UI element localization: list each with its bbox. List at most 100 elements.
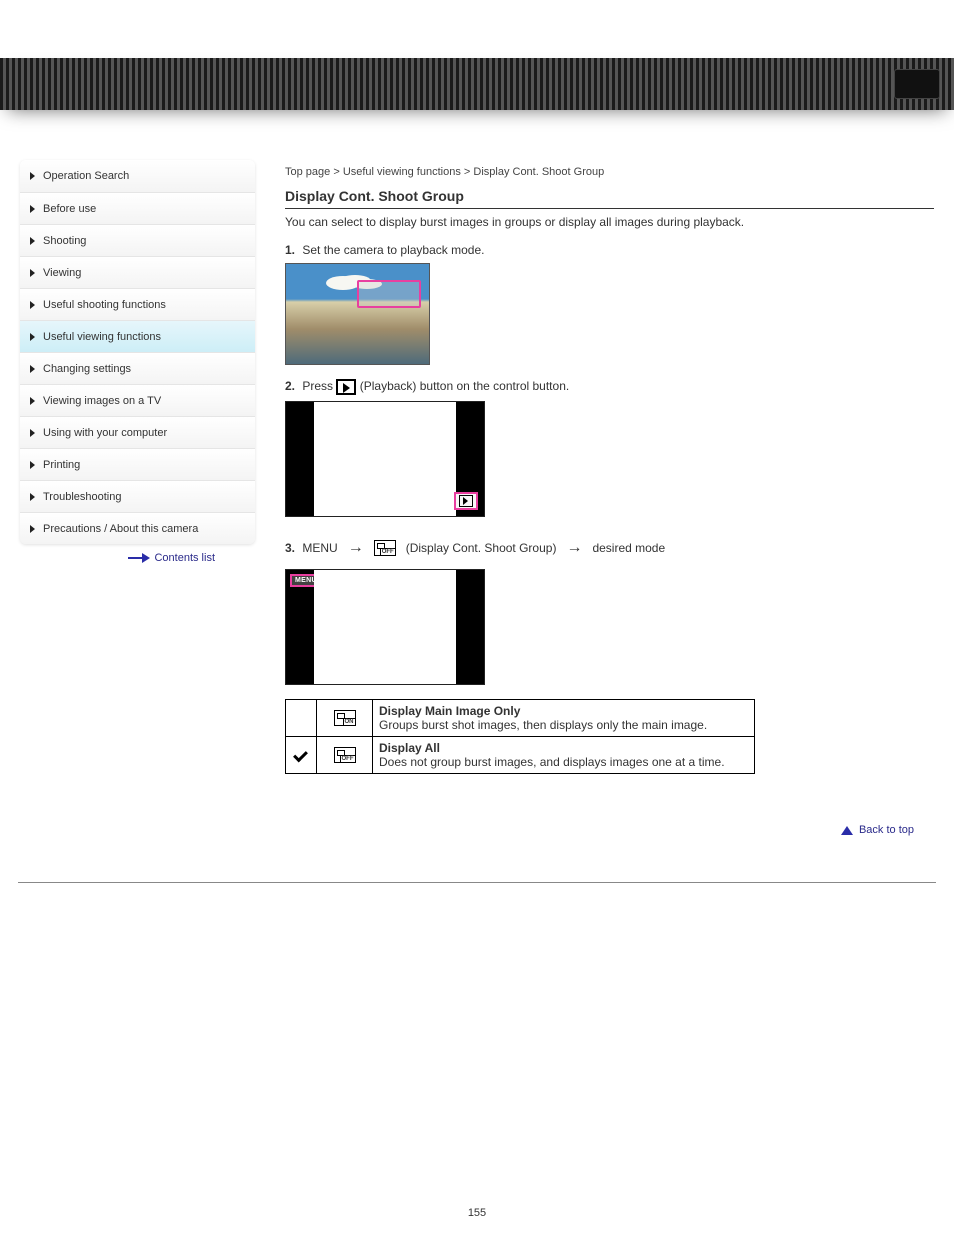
option-text: Display Main Image Only Groups burst sho…: [373, 700, 755, 737]
chevron-right-icon: [30, 269, 35, 277]
chevron-right-icon: [30, 301, 35, 309]
chevron-right-icon: [30, 365, 35, 373]
sidebar-item-precautions[interactable]: Precautions / About this camera: [20, 512, 255, 544]
table-row: OFF Display All Does not group burst ima…: [286, 737, 755, 774]
check-cell: [286, 700, 317, 737]
cloud-decoration: [326, 276, 360, 290]
print-badge: [894, 69, 940, 99]
menu-label: MENU: [302, 541, 337, 555]
step-number: 3.: [285, 541, 295, 555]
sample-photo: [285, 263, 430, 365]
step-number: 1.: [285, 243, 295, 257]
sidebar-item-label: Viewing: [43, 267, 81, 279]
sidebar-item-label: Shooting: [43, 235, 86, 247]
back-to-top-label: Back to top: [859, 824, 914, 836]
page-body: Operation Search Before use Shooting Vie…: [0, 110, 954, 882]
chevron-right-icon: [30, 237, 35, 245]
camera-screen-2: MENU: [285, 569, 485, 685]
check-cell: [286, 737, 317, 774]
step-3: 3. MENU → OFF (Display Cont. Shoot Group…: [285, 531, 934, 685]
menu-target-label: desired mode: [592, 541, 665, 555]
sidebar-item-tv[interactable]: Viewing images on a TV: [20, 384, 255, 416]
table-row: ON Display Main Image Only Groups burst …: [286, 700, 755, 737]
sidebar-item-useful-viewing[interactable]: Useful viewing functions: [20, 320, 255, 352]
breadcrumb: Top page > Useful viewing functions > Di…: [285, 166, 934, 178]
contents-list-link[interactable]: Contents list: [20, 544, 255, 564]
sidebar: Operation Search Before use Shooting Vie…: [20, 160, 255, 544]
breadcrumb-root[interactable]: Top page: [285, 166, 330, 178]
chevron-right-icon: [30, 493, 35, 501]
sidebar-item-useful-shooting[interactable]: Useful shooting functions: [20, 288, 255, 320]
step-2: 2. Press (Playback) button on the contro…: [285, 379, 934, 517]
sidebar-item-printing[interactable]: Printing: [20, 448, 255, 480]
main-content: Top page > Useful viewing functions > Di…: [285, 160, 934, 842]
sidebar-item-label: Before use: [43, 203, 96, 215]
back-to-top-link[interactable]: Back to top: [285, 774, 934, 842]
playback-icon: [336, 379, 356, 395]
sidebar-item-label: Precautions / About this camera: [43, 523, 198, 535]
breadcrumb-current: Display Cont. Shoot Group: [473, 166, 604, 178]
icon-cell: OFF: [317, 737, 373, 774]
sidebar-item-shooting[interactable]: Shooting: [20, 224, 255, 256]
chevron-right-icon: [30, 525, 35, 533]
steps-list: 1. Set the camera to playback mode. 2. P…: [285, 243, 934, 685]
playback-button-highlight: [454, 492, 478, 510]
screen-side-left: [286, 402, 314, 516]
chevron-right-icon: [30, 333, 35, 341]
page-subtitle: You can select to display burst images i…: [285, 215, 934, 229]
page-number: 155: [0, 897, 954, 1249]
step-text-post: (Playback) button on the control button.: [360, 379, 569, 393]
step-text: Set the camera to playback mode.: [302, 243, 484, 257]
sidebar-item-operation-search[interactable]: Operation Search: [20, 160, 255, 192]
chevron-right-icon: [30, 461, 35, 469]
sidebar-item-label: Useful shooting functions: [43, 299, 166, 311]
options-table: ON Display Main Image Only Groups burst …: [285, 699, 755, 774]
option-desc: Groups burst shot images, then displays …: [379, 718, 707, 732]
menu-sequence: MENU → OFF (Display Cont. Shoot Group) →…: [302, 539, 665, 557]
sidebar-item-label: Operation Search: [43, 170, 129, 182]
sidebar-item-changing-settings[interactable]: Changing settings: [20, 352, 255, 384]
photo-info-highlight: [357, 280, 421, 308]
arrow-right-icon: →: [348, 539, 364, 557]
option-desc: Does not group burst images, and display…: [379, 755, 725, 769]
breadcrumb-sep: >: [464, 166, 473, 178]
chevron-right-icon: [30, 397, 35, 405]
sidebar-item-label: Useful viewing functions: [43, 331, 161, 343]
top-banner: [0, 58, 954, 110]
sidebar-item-label: Troubleshooting: [43, 491, 121, 503]
sidebar-item-viewing[interactable]: Viewing: [20, 256, 255, 288]
arrow-right-icon: →: [566, 539, 582, 557]
breadcrumb-sep: >: [333, 166, 342, 178]
chevron-right-icon: [30, 205, 35, 213]
screen-side-right: [456, 402, 484, 516]
screen-center: [314, 402, 456, 516]
arrow-up-icon: [841, 826, 853, 835]
cont-shoot-group-icon: OFF: [374, 540, 396, 556]
sidebar-item-label: Changing settings: [43, 363, 131, 375]
step-number: 2.: [285, 379, 295, 393]
icon-sub-label: OFF: [340, 755, 356, 763]
display-all-icon: OFF: [334, 747, 356, 763]
step-text-pre: Press: [302, 379, 333, 393]
sidebar-column: Operation Search Before use Shooting Vie…: [20, 160, 255, 564]
sidebar-item-computer[interactable]: Using with your computer: [20, 416, 255, 448]
camera-screen-1: [285, 401, 485, 517]
menu-item-label: (Display Cont. Shoot Group): [406, 541, 557, 555]
check-icon: [292, 747, 310, 761]
option-label: Display Main Image Only: [379, 704, 520, 718]
chevron-right-icon: [30, 429, 35, 437]
contents-list-label: Contents list: [154, 552, 215, 564]
sidebar-item-label: Using with your computer: [43, 427, 167, 439]
breadcrumb-section[interactable]: Useful viewing functions: [343, 166, 461, 178]
footer-separator: [18, 882, 936, 883]
sidebar-item-label: Viewing images on a TV: [43, 395, 161, 407]
page-title: Display Cont. Shoot Group: [285, 188, 934, 209]
icon-cell: ON: [317, 700, 373, 737]
playback-icon: [459, 495, 473, 507]
sidebar-item-troubleshooting[interactable]: Troubleshooting: [20, 480, 255, 512]
sidebar-item-before-use[interactable]: Before use: [20, 192, 255, 224]
display-main-only-icon: ON: [334, 710, 356, 726]
sidebar-item-label: Printing: [43, 459, 80, 471]
screen-side-left: MENU: [286, 570, 314, 684]
screen-side-right: [456, 570, 484, 684]
